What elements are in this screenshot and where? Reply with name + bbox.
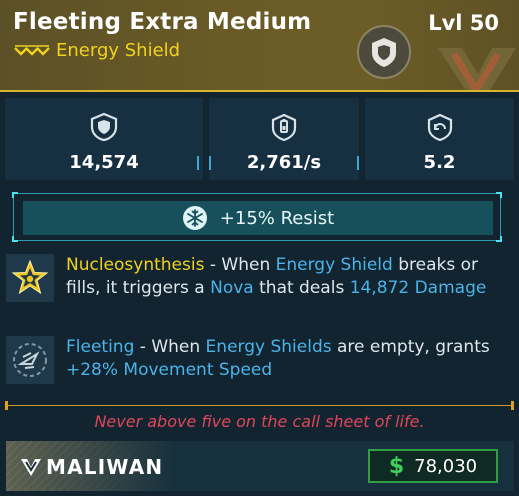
stat-divider <box>357 156 359 170</box>
stat-capacity: 14,574 <box>5 98 203 180</box>
perk-keyword: 14,872 Damage <box>349 278 487 298</box>
item-type: Energy Shield <box>56 40 181 61</box>
stat-divider <box>209 156 211 170</box>
maliwan-logo-icon <box>21 459 41 476</box>
stat-divider <box>197 156 199 170</box>
flavor-text: Never above five on the call sheet of li… <box>94 412 425 431</box>
currency-icon: $ <box>388 453 405 479</box>
frame-corner <box>12 192 18 198</box>
resist-bar: +15% Resist <box>23 201 493 235</box>
divider-cap <box>511 401 514 410</box>
stat-recharge-rate-value: 2,761/s <box>246 152 322 173</box>
frame-corner <box>496 236 502 242</box>
item-name: Fleeting Extra Medium <box>13 9 312 35</box>
perk-keyword: Nova <box>210 278 254 298</box>
shield-capacity-icon <box>90 112 118 142</box>
perk-name: Fleeting <box>66 337 135 357</box>
rarity-chevrons-icon <box>14 44 50 56</box>
recharge-rate-icon <box>271 113 297 142</box>
perk-description: Nucleosynthesis - When Energy Shield bre… <box>66 254 516 302</box>
frame-corner <box>12 236 18 242</box>
perk-fleeting: Fleeting - When Energy Shields are empty… <box>6 336 516 384</box>
perk-nucleosynthesis: Nucleosynthesis - When Energy Shield bre… <box>6 254 516 302</box>
item-footer: MALIWAN $ 78,030 <box>6 441 514 491</box>
shield-type-badge <box>357 25 411 79</box>
perk-text-segment: that deals <box>253 278 350 298</box>
stat-capacity-value: 14,574 <box>69 152 139 173</box>
recharge-delay-icon <box>427 113 452 142</box>
cryo-snowflake-icon <box>182 206 207 230</box>
perk-icon-frame <box>6 336 54 384</box>
perk-name: Nucleosynthesis <box>66 255 205 275</box>
maliwan-watermark-icon <box>438 48 516 90</box>
price-value: 78,030 <box>414 455 478 477</box>
resist-value: +15% Resist <box>219 207 335 229</box>
stat-recharge-rate: 2,761/s <box>209 98 359 180</box>
frame-corner <box>496 192 502 198</box>
perk-description: Fleeting - When Energy Shields are empty… <box>66 336 516 384</box>
price-tag: $ 78,030 <box>368 449 498 483</box>
stat-recharge-delay-value: 5.2 <box>423 152 456 173</box>
perk-text-segment: are empty, grants <box>331 337 490 357</box>
speed-wing-icon <box>13 343 47 377</box>
perk-keyword: +28% Movement Speed <box>66 360 273 380</box>
perk-text-segment: - When <box>204 255 276 275</box>
manufacturer-name: MALIWAN <box>46 455 164 479</box>
shield-icon <box>372 38 396 67</box>
divider-cap <box>5 401 8 410</box>
perk-keyword: Energy Shield <box>275 255 393 275</box>
item-type-row: Energy Shield <box>14 40 180 61</box>
section-divider <box>6 405 513 406</box>
item-level: Lvl 50 <box>428 11 499 35</box>
star-badge-icon <box>11 259 49 295</box>
item-card: Fleeting Extra Medium Lvl 50 Energy Shie… <box>0 0 519 496</box>
resist-panel: +15% Resist <box>12 192 502 242</box>
perk-text-segment: - When <box>134 337 206 357</box>
perk-keyword: Energy Shields <box>205 337 332 357</box>
manufacturer: MALIWAN <box>20 455 163 479</box>
stats-row: 14,574 2,761/s 5.2 <box>5 98 514 180</box>
perk-icon-frame <box>6 254 54 302</box>
stat-recharge-delay: 5.2 <box>365 98 514 180</box>
item-header: Fleeting Extra Medium Lvl 50 Energy Shie… <box>0 0 519 92</box>
